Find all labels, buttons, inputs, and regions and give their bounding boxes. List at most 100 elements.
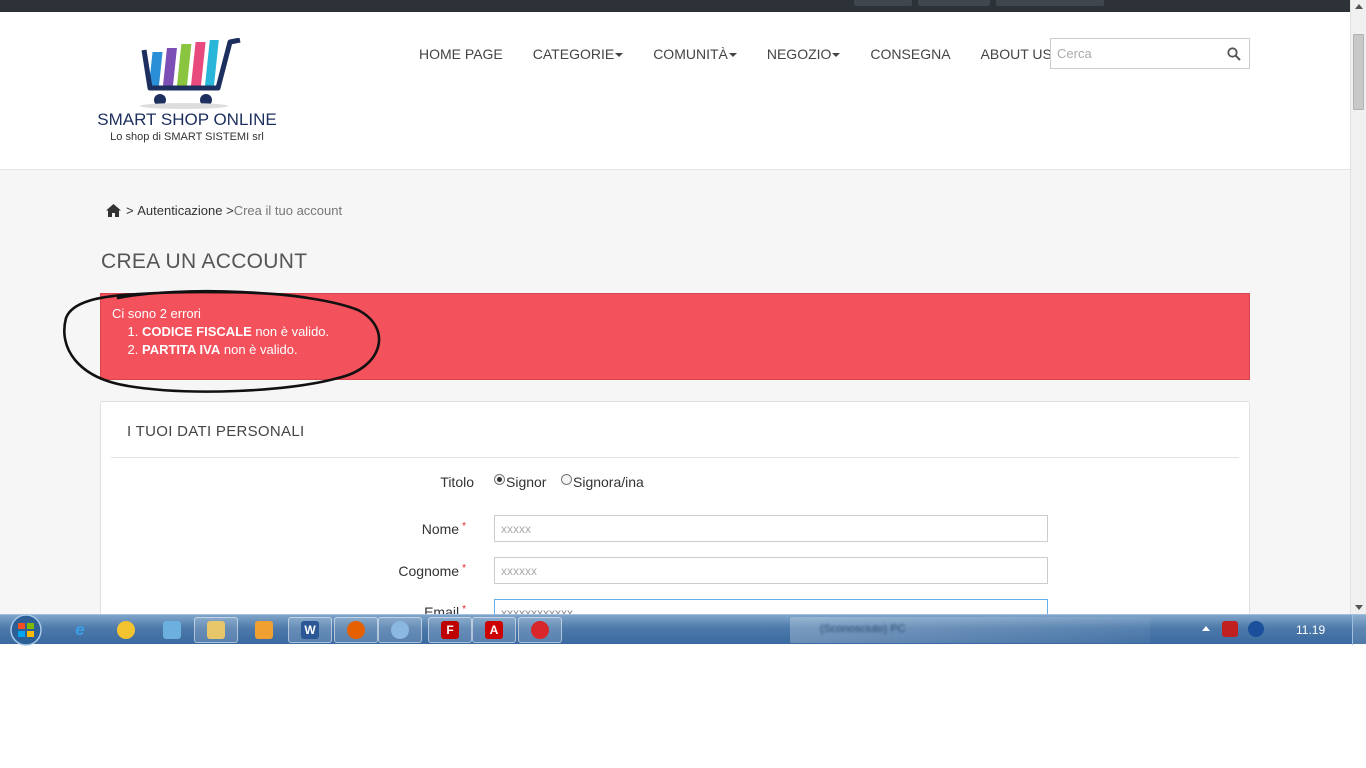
radio-signor[interactable]: Signor [494, 473, 547, 490]
title-label: Titolo [440, 474, 474, 490]
word-icon: W [301, 621, 319, 639]
app-icon [531, 621, 549, 639]
taskbar-network[interactable] [150, 617, 194, 643]
taskbar-explorer[interactable] [194, 617, 238, 643]
top-bar [0, 0, 1350, 12]
tray-app-icon[interactable] [1222, 621, 1238, 637]
browser-viewport: SMART SHOP ONLINE Lo shop di SMART SISTE… [0, 0, 1366, 614]
nav-item-label: COMUNITÀ [653, 46, 728, 62]
messenger-icon [117, 621, 135, 639]
nav-home-page[interactable]: HOME PAGE [419, 46, 503, 62]
error-item: CODICE FISCALE non è valido. [142, 323, 1249, 341]
divider [111, 457, 1239, 458]
taskbar-media-player[interactable] [242, 617, 286, 643]
page-title: CREA UN ACCOUNT [101, 250, 308, 273]
nome-field[interactable]: xxxxx [494, 515, 1048, 542]
personal-data-card: I TUOI DATI PERSONALI Titolo Signor Sign… [100, 401, 1250, 614]
taskbar-ie[interactable]: e [58, 617, 102, 643]
field-label-text: Email [424, 604, 460, 614]
email-label: Email * [266, 604, 466, 614]
main-nav: HOME PAGE CATEGORIE COMUNITÀ NEGOZIO CON… [419, 46, 1082, 62]
nav-categorie[interactable]: CATEGORIE [532, 46, 624, 62]
clock[interactable]: 11.19 [1296, 623, 1325, 637]
cart-logo-icon [140, 38, 241, 109]
radio-unchecked-icon[interactable] [561, 473, 572, 485]
nav-negozio[interactable]: NEGOZIO [767, 46, 841, 62]
internet-explorer-icon: e [75, 620, 85, 639]
network-icon [163, 621, 181, 639]
radio-label: Signor [506, 474, 547, 490]
radio-checked-icon[interactable] [494, 473, 505, 485]
error-field: CODICE FISCALE [142, 324, 252, 339]
taskbar-filezilla[interactable]: F [428, 617, 472, 643]
scroll-down-icon[interactable] [1355, 605, 1363, 610]
caret-down-icon [832, 53, 841, 58]
site-logo[interactable]: SMART SHOP ONLINE Lo shop di SMART SISTE… [96, 38, 286, 148]
breadcrumb-separator: > [226, 203, 234, 218]
error-list: CODICE FISCALE non è valido. PARTITA IVA… [142, 323, 1249, 359]
nav-comunita[interactable]: COMUNITÀ [653, 46, 737, 62]
breadcrumb: > Autenticazione > Crea il tuo account [106, 203, 342, 218]
error-item: PARTITA IVA non è valido. [142, 341, 1249, 359]
start-button-icon[interactable] [6, 613, 46, 647]
field-label-text: Cognome [398, 563, 460, 579]
taskbar-messenger[interactable] [104, 617, 148, 643]
firefox-icon [347, 621, 365, 639]
required-asterisk: * [462, 563, 466, 574]
windows-taskbar: e W F A (Sconosciuto) PC 11.19 [0, 613, 1366, 647]
acrobat-icon: A [485, 621, 503, 639]
logo-subtitle: Lo shop di SMART SISTEMI srl [110, 131, 264, 143]
radio-signora[interactable]: Signora/ina [561, 473, 644, 490]
taskbar-firefox[interactable] [334, 617, 378, 643]
error-alert: Ci sono 2 errori CODICE FISCALE non è va… [100, 293, 1250, 380]
vertical-scrollbar[interactable] [1350, 0, 1366, 614]
breadcrumb-separator: > [126, 203, 134, 218]
nav-item-label: CONSEGNA [870, 46, 951, 62]
top-bar-tab[interactable] [918, 0, 990, 6]
error-field: PARTITA IVA [142, 342, 221, 357]
search-box [1050, 38, 1250, 69]
nav-about-us[interactable]: ABOUT US [981, 46, 1052, 62]
taskbar-acrobat[interactable]: A [472, 617, 516, 643]
nav-item-label: NEGOZIO [766, 46, 832, 62]
paint-icon [391, 621, 409, 639]
taskbar-paint[interactable] [378, 617, 422, 643]
cognome-field[interactable]: xxxxxx [494, 557, 1048, 584]
media-player-icon [255, 621, 273, 639]
section-title: I TUOI DATI PERSONALI [127, 423, 305, 440]
error-message: non è valido. [255, 324, 330, 339]
breadcrumb-autenticazione[interactable]: Autenticazione [137, 203, 222, 218]
scroll-up-icon[interactable] [1355, 4, 1363, 9]
taskbar-word[interactable]: W [288, 617, 332, 643]
logo-title: SMART SHOP ONLINE [97, 110, 277, 129]
nav-item-label: ABOUT US [980, 46, 1052, 62]
blurred-window-label: (Sconosciuto) PC [820, 623, 906, 635]
field-label-text: Nome [421, 521, 460, 537]
show-desktop-button[interactable] [1352, 615, 1366, 645]
required-asterisk: * [462, 521, 466, 532]
taskbar-app[interactable] [518, 617, 562, 643]
show-hidden-icons-icon[interactable] [1202, 626, 1210, 631]
tray-network-icon[interactable] [1248, 621, 1264, 637]
site-header: SMART SHOP ONLINE Lo shop di SMART SISTE… [0, 12, 1350, 170]
email-field[interactable]: xxxxxxxxxxxx [494, 599, 1048, 614]
caret-down-icon [615, 53, 624, 58]
scrollbar-thumb[interactable] [1353, 34, 1364, 110]
nav-item-label: HOME PAGE [419, 46, 503, 62]
home-icon[interactable] [106, 204, 121, 217]
top-bar-tab[interactable] [854, 0, 912, 6]
nome-label: Nome * [266, 521, 466, 537]
search-icon[interactable] [1227, 47, 1241, 61]
blurred-window-button[interactable]: (Sconosciuto) PC [790, 617, 1150, 643]
top-bar-tab[interactable] [996, 0, 1104, 6]
search-input[interactable] [1051, 39, 1219, 68]
required-asterisk: * [462, 604, 466, 614]
nav-consegna[interactable]: CONSEGNA [870, 46, 950, 62]
radio-label: Signora/ina [573, 474, 644, 490]
folder-icon [207, 621, 225, 639]
cognome-label: Cognome * [266, 563, 466, 579]
alert-heading: Ci sono 2 errori [112, 306, 201, 321]
nav-item-label: CATEGORIE [532, 46, 615, 62]
filezilla-icon: F [441, 621, 459, 639]
caret-down-icon [728, 53, 737, 58]
